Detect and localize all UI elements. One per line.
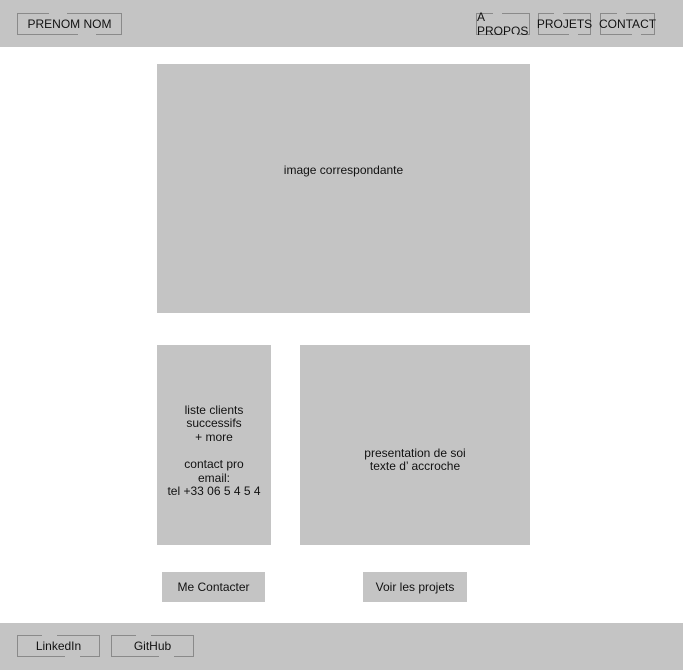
intro-panel: presentation de soi texte d’ accroche: [300, 345, 530, 545]
hero-image-label: image correspondante: [283, 163, 404, 177]
hero-image-placeholder: image correspondante: [157, 64, 530, 313]
clients-contact-panel: liste clients successifs + more contact …: [157, 345, 271, 545]
view-projects-button[interactable]: Voir les projets: [363, 572, 467, 602]
clients-line: + more: [195, 429, 233, 444]
intro-line: texte d’ accroche: [369, 459, 461, 473]
footer-bar: LinkedIn GitHub: [0, 623, 683, 670]
clients-line: successifs: [186, 416, 242, 430]
contact-line: email:: [197, 470, 230, 485]
intro-line: presentation de soi: [364, 445, 466, 460]
nav-projets[interactable]: PROJETS: [537, 13, 592, 35]
github-link[interactable]: GitHub: [111, 635, 194, 657]
nav-a-propos[interactable]: A PROPOS: [476, 10, 530, 38]
linkedin-link[interactable]: LinkedIn: [17, 635, 100, 657]
nav-contact[interactable]: CONTACT: [599, 13, 656, 35]
contact-line: tel +33 06 5 4 5 4: [167, 484, 261, 498]
contact-me-button[interactable]: Me Contacter: [162, 572, 265, 602]
header-bar: PRENOM NOM A PROPOS PROJETS CONTACT: [0, 0, 683, 47]
contact-line: contact pro: [184, 457, 244, 471]
brand-name[interactable]: PRENOM NOM: [17, 13, 122, 35]
clients-line: liste clients: [184, 402, 244, 417]
